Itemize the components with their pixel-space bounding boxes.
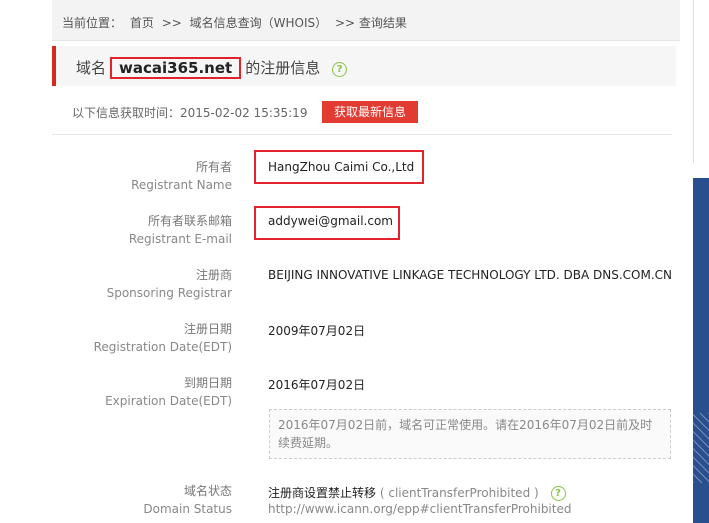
breadcrumb-section-link[interactable]: 域名信息查询（WHOIS） <box>190 16 328 30</box>
field-expiration-date: 到期日期 Expiration Date(EDT) 2016年07月02日 <box>52 374 692 410</box>
expiry-note: 2016年07月02日前，域名可正常使用。请在2016年07月02日前及时续费延… <box>269 409 671 459</box>
field-value: BEIJING INNOVATIVE LINKAGE TECHNOLOGY LT… <box>268 268 673 282</box>
field-registration-date: 注册日期 Registration Date(EDT) 2009年07月02日 <box>52 320 692 356</box>
label-en: Sponsoring Registrar <box>106 286 232 300</box>
left-gutter <box>0 0 52 523</box>
title-suffix: 的注册信息 <box>245 59 321 77</box>
domain-name: wacai365.net <box>110 57 242 79</box>
label-en: Expiration Date(EDT) <box>105 394 232 408</box>
status-url-link[interactable]: http://www.icann.org/epp#clientTransferP… <box>268 502 571 516</box>
fetch-time-text: 以下信息获取时间：2015-02-02 15:35:19 <box>72 106 308 120</box>
title-prefix: 域名 <box>76 59 107 77</box>
field-label: 注册日期 Registration Date(EDT) <box>94 320 232 356</box>
breadcrumb-current: >> 查询结果 <box>334 16 407 30</box>
field-label: 域名状态 Domain Status <box>143 482 232 518</box>
field-domain-status: 域名状态 Domain Status 注册商设置禁止转移 ( clientTra… <box>52 482 692 522</box>
field-label: 所有者 Registrant Name <box>131 158 232 194</box>
label-en: Registrant Name <box>131 178 232 192</box>
label-cn: 到期日期 <box>183 376 232 390</box>
label-cn: 域名状态 <box>183 484 232 498</box>
status-help-icon[interactable]: ? <box>550 486 566 501</box>
label-en: Registration Date(EDT) <box>93 340 232 354</box>
domain-status-value: 注册商设置禁止转移 ( clientTransferProhibited ) ? <box>268 484 566 501</box>
label-cn: 所有者 <box>195 160 232 174</box>
field-label: 注册商 Sponsoring Registrar <box>107 266 232 302</box>
breadcrumb-separator: >> <box>161 16 182 30</box>
divider <box>52 134 672 135</box>
breadcrumb-prefix: 当前位置： <box>62 16 123 30</box>
field-sponsoring-registrar: 注册商 Sponsoring Registrar BEIJING INNOVAT… <box>52 266 692 302</box>
label-cn: 注册商 <box>195 268 232 282</box>
field-registrant-name: 所有者 Registrant Name HangZhou Caimi Co.,L… <box>52 150 692 194</box>
fetch-latest-button[interactable]: 获取最新信息 <box>322 101 419 123</box>
label-cn: 注册日期 <box>183 322 232 336</box>
field-value: HangZhou Caimi Co.,Ltd <box>268 160 415 174</box>
field-label: 到期日期 Expiration Date(EDT) <box>105 374 232 410</box>
breadcrumb-home-link[interactable]: 首页 <box>130 16 154 30</box>
label-en: Registrant E-mail <box>128 232 232 246</box>
field-value: addywei@gmail.com <box>268 214 393 228</box>
field-label: 所有者联系邮箱 Registrant E-mail <box>129 212 232 248</box>
right-side-panel <box>693 0 709 163</box>
status-text: 注册商设置禁止转移 <box>268 486 377 500</box>
right-side-banner[interactable] <box>693 178 709 523</box>
field-value: 2016年07月02日 <box>268 378 366 392</box>
label-en: Domain Status <box>143 502 232 516</box>
page-title: 域名 wacai365.net 的注册信息? <box>52 46 676 86</box>
breadcrumb: 当前位置： 首页 >> 域名信息查询（WHOIS） >> 查询结果 <box>52 0 680 41</box>
label-cn: 所有者联系邮箱 <box>147 214 232 228</box>
field-registrant-email: 所有者联系邮箱 Registrant E-mail addywei@gmail.… <box>52 206 692 248</box>
field-value: 2009年07月02日 <box>268 324 366 338</box>
fetch-time-row: 以下信息获取时间：2015-02-02 15:35:19 获取最新信息 <box>72 101 672 123</box>
status-code: ( clientTransferProhibited ) <box>379 486 539 500</box>
help-icon[interactable]: ? <box>332 62 348 77</box>
